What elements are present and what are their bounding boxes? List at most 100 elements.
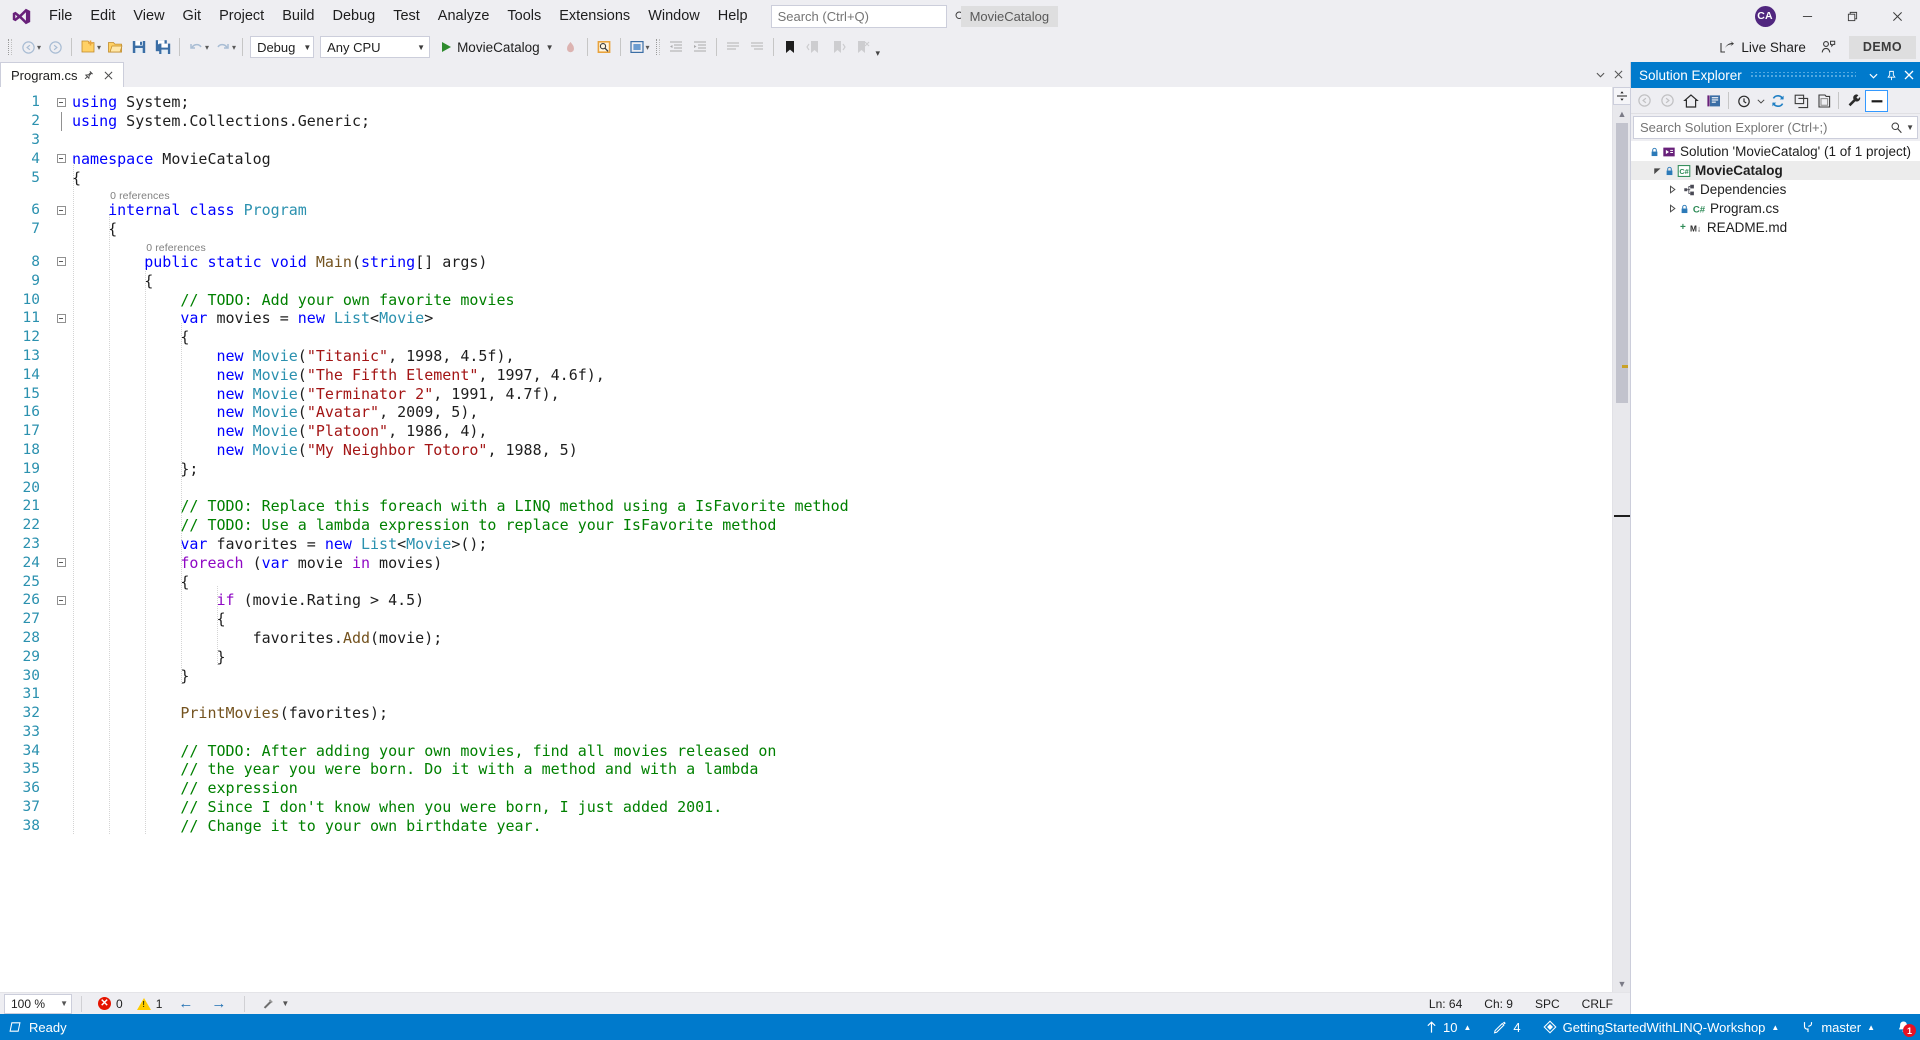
code-line[interactable]: 31 (0, 685, 1612, 704)
code-line[interactable]: 29 } (0, 647, 1612, 666)
save-icon[interactable] (127, 35, 151, 59)
code-lens-references[interactable]: 0 references (146, 242, 206, 254)
code-line[interactable]: 34 // TODO: After adding your own movies… (0, 741, 1612, 760)
code-line[interactable]: 14 new Movie("The Fifth Element", 1997, … (0, 365, 1612, 384)
menu-item-window[interactable]: Window (639, 1, 709, 31)
se-show-all-files-icon[interactable] (1812, 90, 1835, 112)
code-line[interactable]: 23 var favorites = new List<Movie>(); (0, 535, 1612, 554)
menu-item-build[interactable]: Build (273, 1, 323, 31)
menu-item-extensions[interactable]: Extensions (550, 1, 639, 31)
menu-item-project[interactable]: Project (210, 1, 273, 31)
next-bookmark-icon[interactable] (826, 35, 850, 59)
navigate-forward-icon[interactable] (43, 35, 67, 59)
collapse-icon[interactable] (56, 257, 66, 267)
se-collapse-all-icon[interactable] (1789, 90, 1812, 112)
start-debugging-button[interactable]: MovieCatalog ▼ (437, 35, 558, 59)
code-line[interactable]: 22 // TODO: Use a lambda expression to r… (0, 516, 1612, 535)
new-project-dropdown-icon[interactable]: ▾ (97, 43, 101, 52)
menu-item-file[interactable]: File (40, 1, 81, 31)
solution-explorer-tree[interactable]: Solution 'MovieCatalog' (1 of 1 project)… (1631, 141, 1920, 1014)
scroll-down-arrow-icon[interactable]: ▼ (1613, 976, 1631, 992)
navigate-forward-arrow-icon[interactable]: → (202, 995, 235, 1012)
live-visual-tree-dropdown-icon[interactable]: ▾ (646, 43, 650, 52)
solution-explorer-item[interactable]: C# Program.cs (1631, 199, 1920, 218)
open-file-icon[interactable] (103, 35, 127, 59)
minimize-button[interactable] (1785, 0, 1830, 32)
tab-list-dropdown-icon[interactable] (1592, 65, 1608, 85)
expander-collapsed-icon[interactable] (1665, 185, 1680, 194)
code-line[interactable]: 27 { (0, 610, 1612, 629)
code-line[interactable]: 3 (0, 131, 1612, 150)
send-feedback-icon[interactable] (1811, 35, 1845, 59)
editor-vertical-scrollbar[interactable]: ▲ ▼ (1612, 87, 1631, 992)
menu-item-test[interactable]: Test (384, 1, 429, 31)
increase-indent-icon[interactable] (688, 35, 712, 59)
code-line[interactable]: 10 // TODO: Add your own favorite movies (0, 290, 1612, 309)
collapse-icon[interactable] (56, 595, 66, 605)
code-lens-row[interactable]: 0 references (0, 239, 1612, 254)
toolbar-overflow-icon[interactable]: ▾ (876, 48, 881, 62)
editor-surface[interactable]: 1 using System; 2 using System.Collections.… (0, 87, 1631, 992)
previous-bookmark-icon[interactable] (802, 35, 826, 59)
code-line[interactable]: 26 if (movie.Rating > 4.5) (0, 591, 1612, 610)
fold-toggle-icon[interactable] (50, 591, 72, 610)
expander-expanded-icon[interactable] (1650, 166, 1665, 175)
fold-toggle-icon[interactable] (50, 309, 72, 328)
comment-lines-icon[interactable] (721, 35, 745, 59)
live-share-button[interactable]: Live Share (1714, 35, 1811, 59)
global-search-box[interactable] (770, 4, 966, 28)
auto-hide-pin-icon[interactable] (1882, 64, 1900, 86)
code-line[interactable]: 11 var movies = new List<Movie> (0, 309, 1612, 328)
menu-item-edit[interactable]: Edit (81, 1, 124, 31)
code-line[interactable]: 17 new Movie("Platoon", 1986, 4), (0, 422, 1612, 441)
close-document-icon[interactable] (1610, 65, 1626, 85)
code-line[interactable]: 1 using System; (0, 93, 1612, 112)
outgoing-commits-indicator[interactable]: 10 ▲ (1415, 1014, 1482, 1040)
code-line[interactable]: 37 // Since I don't know when you were b… (0, 798, 1612, 817)
repository-indicator[interactable]: GettingStartedWithLINQ-Workshop ▲ (1532, 1014, 1791, 1040)
code-line[interactable]: 2 using System.Collections.Generic; (0, 111, 1612, 131)
se-refresh-icon[interactable] (1766, 90, 1789, 112)
code-lens-references[interactable]: 0 references (110, 190, 170, 202)
code-line[interactable]: 20 (0, 478, 1612, 497)
menu-item-tools[interactable]: Tools (498, 1, 550, 31)
warning-count-indicator[interactable]: 1 (130, 994, 170, 1014)
se-history-dropdown-icon[interactable] (1755, 90, 1766, 112)
code-line[interactable]: 33 (0, 723, 1612, 742)
collapse-icon[interactable] (56, 558, 66, 568)
code-text-area[interactable]: 1 using System; 2 using System.Collections.… (0, 87, 1612, 992)
pending-changes-indicator[interactable]: 4 (1482, 1014, 1531, 1040)
code-line[interactable]: 32 PrintMovies(favorites); (0, 704, 1612, 723)
expander-collapsed-icon[interactable] (1665, 204, 1680, 213)
code-line[interactable]: 35 // the year you were born. Do it with… (0, 760, 1612, 779)
code-line[interactable]: 24 foreach (var movie in movies) (0, 553, 1612, 572)
search-options-dropdown-icon[interactable]: ▼ (1906, 123, 1914, 132)
undo-icon[interactable] (184, 35, 208, 59)
se-back-icon[interactable] (1633, 90, 1656, 112)
se-pending-changes-icon[interactable] (1702, 90, 1725, 112)
zoom-level-dropdown[interactable]: 100 % ▼ (4, 993, 72, 1014)
branch-indicator[interactable]: master ▲ (1790, 1014, 1886, 1040)
global-search-input[interactable] (777, 8, 954, 24)
document-tab-program-cs[interactable]: Program.cs (0, 62, 125, 87)
close-button[interactable] (1875, 0, 1920, 32)
menu-item-git[interactable]: Git (174, 1, 211, 31)
fold-toggle-icon[interactable] (50, 149, 72, 168)
solution-explorer-search-box[interactable]: ▼ (1633, 116, 1918, 139)
code-lens-row[interactable]: 0 references (0, 187, 1612, 202)
clear-bookmarks-icon[interactable] (850, 35, 874, 59)
toolbar-grip[interactable] (654, 38, 662, 56)
avatar[interactable]: CA (1754, 5, 1776, 27)
code-line[interactable]: 19 }; (0, 459, 1612, 478)
code-line[interactable]: 28 favorites.Add(movie); (0, 629, 1612, 648)
code-line[interactable]: 21 // TODO: Replace this foreach with a … (0, 497, 1612, 516)
code-line[interactable]: 36 // expression (0, 779, 1612, 798)
code-cleanup-button[interactable]: ▼ (254, 994, 296, 1014)
solution-explorer-search-input[interactable] (1640, 120, 1891, 135)
fold-toggle-icon[interactable] (50, 93, 72, 112)
se-properties-icon[interactable] (1842, 90, 1865, 112)
scrollbar-thumb[interactable] (1616, 123, 1628, 403)
main-menu[interactable]: File Edit View Git Project Build Debug T… (40, 0, 757, 32)
select-element-icon[interactable] (592, 35, 616, 59)
code-line[interactable]: 16 new Movie("Avatar", 2009, 5), (0, 403, 1612, 422)
